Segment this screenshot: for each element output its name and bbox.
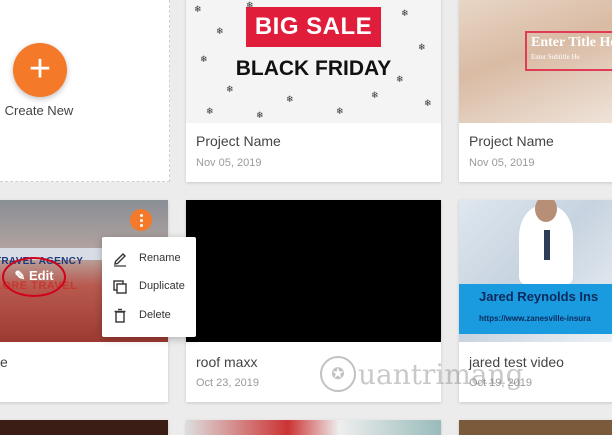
project-title[interactable]: e xyxy=(0,354,8,370)
project-title[interactable]: roof maxx xyxy=(196,354,257,370)
create-new-card[interactable]: + Create New xyxy=(0,0,170,182)
title-placeholder-box: Enter Title He Enter Subtitle He xyxy=(525,31,612,71)
banner-url-text: https://www.zanesville-insura xyxy=(479,314,591,323)
project-card[interactable]: Enter Title He Enter Subtitle He Project… xyxy=(459,0,612,182)
banner-name-text: Jared Reynolds Ins xyxy=(479,289,599,304)
project-date: Oct 19, 2019 xyxy=(469,377,532,389)
big-sale-banner: BIG SALE xyxy=(246,7,381,47)
tie-shape xyxy=(544,230,550,260)
pencil-icon xyxy=(114,253,126,267)
project-date: Oct 23, 2019 xyxy=(196,377,259,389)
thumb-subtitle-text: Enter Subtitle He xyxy=(531,53,580,61)
project-thumbnail[interactable]: ❄ ❄ ❄ ❄ ❄ ❄ ❄ ❄ ❄ ❄ ❄ ❄ ❄ ❄ BIG SALE BLA… xyxy=(186,0,441,123)
menu-item-delete[interactable]: Delete xyxy=(102,303,196,329)
project-thumbnail[interactable]: Enter Title He Enter Subtitle He xyxy=(459,0,612,123)
context-menu: Rename Duplicate Delete xyxy=(102,237,196,337)
menu-label: Duplicate xyxy=(139,280,185,292)
project-card[interactable]: Jared Reynolds Ins https://www.zanesvill… xyxy=(459,200,612,402)
project-card[interactable] xyxy=(0,420,168,435)
edit-label: Edit xyxy=(28,268,54,283)
pencil-icon: ✎ xyxy=(14,268,26,283)
create-new-label: Create New xyxy=(4,103,74,118)
thumb-title-text: Enter Title He xyxy=(531,35,612,50)
create-new-button[interactable]: + xyxy=(13,43,67,97)
project-date: Nov 05, 2019 xyxy=(469,157,535,169)
menu-label: Delete xyxy=(139,309,171,321)
project-title[interactable]: Project Name xyxy=(196,133,281,149)
project-card[interactable]: roof maxx Oct 23, 2019 xyxy=(186,200,441,402)
edit-button[interactable]: ✎ Edit xyxy=(2,257,66,297)
trash-icon xyxy=(114,308,126,323)
duplicate-icon xyxy=(113,280,127,294)
project-title[interactable]: jared test video xyxy=(469,354,564,370)
black-friday-text: BLACK FRIDAY xyxy=(235,57,392,80)
project-card[interactable] xyxy=(186,420,441,435)
name-banner: Jared Reynolds Ins https://www.zanesvill… xyxy=(459,284,612,334)
more-options-button[interactable] xyxy=(130,209,152,231)
menu-item-rename[interactable]: Rename xyxy=(102,246,196,272)
menu-label: Rename xyxy=(139,252,181,264)
project-date: Nov 05, 2019 xyxy=(196,157,262,169)
project-card[interactable]: ❄ ❄ ❄ ❄ ❄ ❄ ❄ ❄ ❄ ❄ ❄ ❄ ❄ ❄ BIG SALE BLA… xyxy=(186,0,441,182)
project-card[interactable] xyxy=(459,420,612,435)
project-thumbnail[interactable] xyxy=(186,200,441,342)
project-title[interactable]: Project Name xyxy=(469,133,554,149)
project-thumbnail[interactable]: Jared Reynolds Ins https://www.zanesvill… xyxy=(459,200,612,342)
menu-item-duplicate[interactable]: Duplicate xyxy=(102,274,196,300)
